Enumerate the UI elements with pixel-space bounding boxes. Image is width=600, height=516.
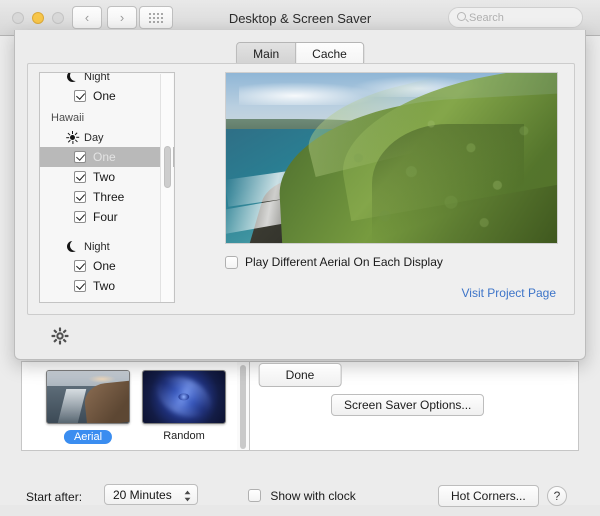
start-after-label: Start after: bbox=[26, 490, 83, 504]
list-item-label: Two bbox=[93, 170, 116, 184]
video-list[interactable]: Night One Hawaii Day One Two Three Four … bbox=[39, 72, 175, 303]
list-item-label: One bbox=[93, 89, 116, 103]
aerial-settings-sheet: Main Cache Night One Hawaii Day One Two … bbox=[14, 30, 586, 387]
bottom-controls: Start after: 20 Minutes Show with clock … bbox=[0, 476, 600, 516]
screensaver-label-random: Random bbox=[163, 430, 205, 442]
list-section-label: Day bbox=[84, 131, 104, 144]
item-checkbox[interactable] bbox=[74, 280, 86, 292]
list-section-day: Day bbox=[40, 128, 174, 147]
item-checkbox[interactable] bbox=[74, 191, 86, 203]
list-group-hawaii: Hawaii bbox=[51, 112, 85, 124]
thumbnail-list-scrollbar[interactable] bbox=[237, 361, 249, 451]
settings-gear-button[interactable] bbox=[51, 327, 71, 347]
video-list-scrollbar[interactable] bbox=[160, 74, 173, 302]
video-preview-image bbox=[225, 72, 558, 244]
thumbnail-scrollbar-thumb[interactable] bbox=[240, 365, 246, 449]
list-item[interactable]: Three bbox=[40, 187, 174, 207]
list-section-label: Night bbox=[84, 72, 110, 83]
item-checkbox[interactable] bbox=[74, 90, 86, 102]
chevron-updown-icon bbox=[183, 488, 192, 503]
video-list-content: Night One Hawaii Day One Two Three Four … bbox=[40, 72, 174, 302]
start-after-value: 20 Minutes bbox=[113, 487, 172, 502]
video-list-scrollbar-thumb[interactable] bbox=[164, 146, 171, 188]
preferences-window: ‹ › Desktop & Screen Saver Search Aerial… bbox=[0, 0, 600, 507]
list-section-label: Night bbox=[84, 240, 110, 253]
search-icon bbox=[457, 12, 466, 21]
list-item-label: Three bbox=[93, 190, 125, 204]
item-checkbox[interactable] bbox=[74, 151, 86, 163]
chevron-updown-svg bbox=[184, 490, 191, 501]
visit-project-page-link[interactable]: Visit Project Page bbox=[462, 286, 557, 300]
screen-saver-options-button[interactable]: Screen Saver Options... bbox=[331, 394, 485, 416]
list-item[interactable]: Four bbox=[40, 207, 174, 227]
search-placeholder: Search bbox=[469, 11, 504, 24]
start-after-popup[interactable]: 20 Minutes bbox=[104, 484, 198, 505]
screensaver-thumbnail-list: Aerial Random bbox=[21, 361, 241, 451]
show-with-clock-checkbox[interactable]: Show with clock bbox=[248, 489, 356, 503]
screensaver-item-random[interactable]: Random bbox=[142, 370, 226, 442]
screensaver-label-aerial: Aerial bbox=[63, 430, 113, 444]
list-item[interactable]: Two bbox=[40, 276, 174, 296]
list-item-label: Four bbox=[93, 210, 118, 224]
list-item-label: One bbox=[93, 259, 116, 273]
aerial-thumbnail bbox=[46, 370, 130, 424]
play-different-aerial-checkbox[interactable]: Play Different Aerial On Each Display bbox=[225, 255, 443, 269]
random-spiral-thumbnail bbox=[142, 370, 226, 424]
list-item[interactable]: One bbox=[40, 86, 174, 106]
sheet-content: Night One Hawaii Day One Two Three Four … bbox=[27, 63, 575, 315]
list-group-hong-kong: Hong Kong bbox=[40, 296, 174, 302]
list-item[interactable]: One bbox=[40, 256, 174, 276]
play-different-aerial-label: Play Different Aerial On Each Display bbox=[245, 255, 443, 269]
help-button[interactable]: ? bbox=[547, 486, 567, 506]
list-item-label: One bbox=[93, 150, 116, 164]
gear-icon bbox=[51, 327, 69, 345]
moon-icon bbox=[66, 239, 82, 253]
list-item-selected[interactable]: One bbox=[40, 147, 174, 167]
item-checkbox[interactable] bbox=[74, 171, 86, 183]
show-with-clock-box[interactable] bbox=[248, 489, 261, 502]
sun-icon bbox=[66, 131, 80, 144]
hot-corners-button[interactable]: Hot Corners... bbox=[438, 485, 539, 507]
screensaver-item-aerial[interactable]: Aerial bbox=[46, 370, 130, 444]
list-item[interactable]: Two bbox=[40, 167, 174, 187]
play-different-aerial-box[interactable] bbox=[225, 255, 238, 269]
item-checkbox[interactable] bbox=[74, 260, 86, 272]
tab-cache[interactable]: Cache bbox=[295, 43, 363, 65]
item-checkbox[interactable] bbox=[74, 211, 86, 223]
show-with-clock-label: Show with clock bbox=[270, 489, 356, 503]
search-input[interactable]: Search bbox=[448, 7, 583, 28]
list-section-night-top: Night bbox=[40, 72, 174, 86]
tab-main[interactable]: Main bbox=[237, 43, 296, 65]
moon-icon bbox=[66, 73, 82, 83]
list-section-night: Night bbox=[40, 237, 174, 256]
list-item-label: Two bbox=[93, 279, 116, 293]
done-button[interactable]: Done bbox=[258, 363, 342, 387]
